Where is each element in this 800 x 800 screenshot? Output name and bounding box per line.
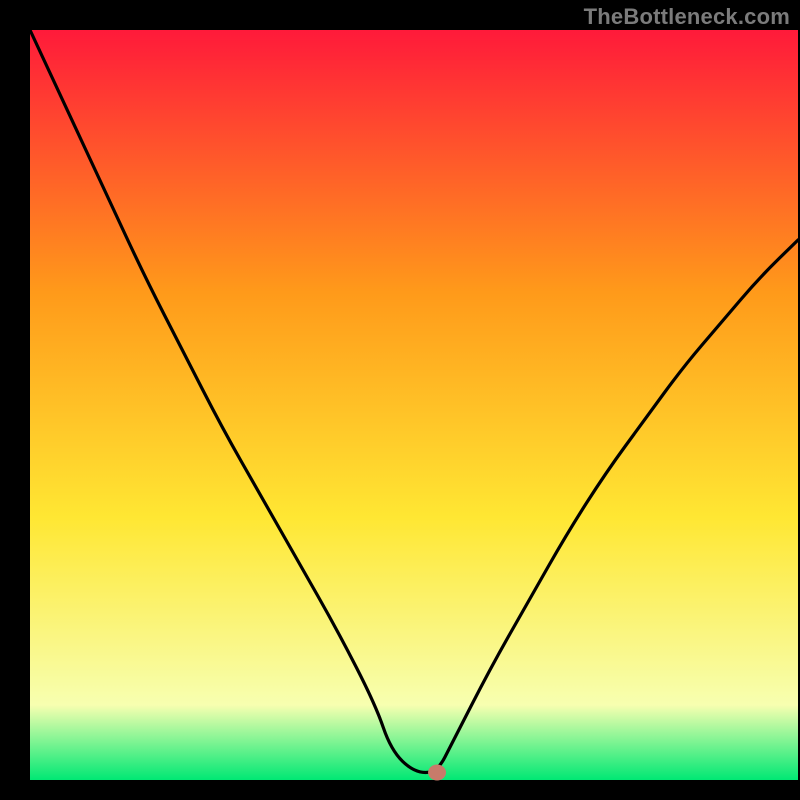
chart-container: TheBottleneck.com [0, 0, 800, 800]
optimal-marker [428, 765, 446, 781]
plot-background [30, 30, 798, 780]
attribution-text: TheBottleneck.com [584, 4, 790, 30]
chart-svg [0, 0, 800, 800]
